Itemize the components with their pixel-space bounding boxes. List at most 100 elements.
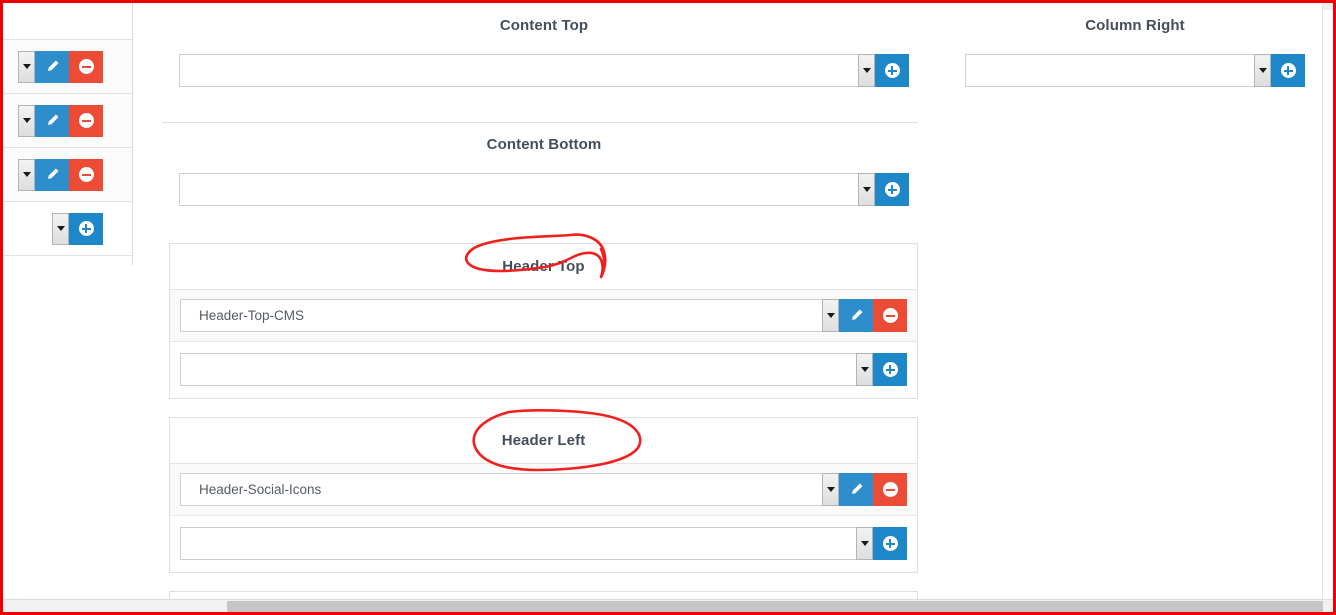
- chevron-down-icon: [862, 68, 871, 73]
- header-top-assigned-input-row: Header-Top-CMS: [180, 299, 907, 332]
- header-top-new-field[interactable]: [180, 353, 856, 386]
- minus-circle-icon: [882, 308, 898, 323]
- list-item-new[interactable]: [3, 202, 132, 256]
- add-button[interactable]: [1271, 54, 1305, 87]
- dropdown-caret-button[interactable]: [858, 54, 875, 87]
- add-button[interactable]: [69, 212, 103, 245]
- section-title-header-top: Header Top: [502, 258, 585, 275]
- chevron-down-icon: [22, 64, 31, 69]
- section-column-right: Column Right: [955, 17, 1315, 87]
- delete-button[interactable]: [69, 50, 103, 83]
- plus-circle-icon: [78, 221, 94, 236]
- pencil-icon: [47, 60, 58, 71]
- panel-header-left-titlebar: Header Left: [170, 418, 917, 464]
- chevron-down-icon: [826, 313, 835, 318]
- pencil-icon: [851, 483, 862, 494]
- column-right-input-row: [965, 54, 1305, 87]
- plus-circle-icon: [882, 536, 898, 551]
- dropdown-caret-button[interactable]: [822, 299, 839, 332]
- chevron-down-icon: [860, 541, 869, 546]
- minus-circle-icon: [78, 113, 94, 128]
- vertical-scrollbar-thumb[interactable]: [1323, 3, 1333, 10]
- section-title-header-left: Header Left: [501, 432, 586, 449]
- header-top-assigned-field[interactable]: Header-Top-CMS: [180, 299, 822, 332]
- section-title-content-bottom: Content Bottom: [486, 136, 602, 153]
- chevron-down-icon: [860, 367, 869, 372]
- left-panel-header: [3, 3, 132, 40]
- pencil-icon: [47, 168, 58, 179]
- header-top-new-input-row: [180, 353, 907, 386]
- chevron-down-icon: [22, 172, 31, 177]
- chevron-down-icon: [862, 187, 871, 192]
- content-top-input-row: [179, 54, 909, 87]
- list-item[interactable]: [3, 94, 132, 148]
- section-title-content-top: Content Top: [499, 17, 589, 34]
- delete-button[interactable]: [873, 473, 907, 506]
- dropdown-caret-button[interactable]: [858, 173, 875, 206]
- content-top-select-field[interactable]: [179, 54, 858, 87]
- add-button[interactable]: [875, 54, 909, 87]
- browser-viewport: Content Top Content Bottom Header Top He…: [0, 0, 1336, 615]
- header-left-assigned-field[interactable]: Header-Social-Icons: [180, 473, 822, 506]
- panel-header-top: Header Top Header-Top-CMS: [169, 243, 918, 399]
- pencil-icon: [47, 114, 58, 125]
- panel-header-top-titlebar: Header Top: [170, 244, 917, 290]
- horizontal-scrollbar[interactable]: [3, 599, 1333, 612]
- dropdown-caret-button[interactable]: [856, 527, 873, 560]
- dropdown-caret-button[interactable]: [1254, 54, 1271, 87]
- header-left-new-field[interactable]: [180, 527, 856, 560]
- dropdown-caret-button[interactable]: [18, 158, 35, 191]
- minus-circle-icon: [78, 167, 94, 182]
- horizontal-scrollbar-thumb[interactable]: [227, 601, 1323, 612]
- plus-circle-icon: [1280, 63, 1296, 78]
- row-controls: [18, 104, 103, 137]
- add-button[interactable]: [873, 527, 907, 560]
- delete-button[interactable]: [69, 104, 103, 137]
- section-title-column-right: Column Right: [1085, 17, 1185, 34]
- edit-button[interactable]: [839, 473, 873, 506]
- chevron-down-icon: [1258, 68, 1267, 73]
- page-stage: Content Top Content Bottom Header Top He…: [3, 3, 1333, 612]
- header-left-new-input-row: [180, 527, 907, 560]
- panel-header-left-new-row: [170, 516, 917, 572]
- row-controls: [18, 158, 103, 191]
- panel-header-top-new-row: [170, 342, 917, 398]
- add-button[interactable]: [875, 173, 909, 206]
- center-column: Content Top Content Bottom Header Top He…: [134, 3, 954, 612]
- chevron-down-icon: [56, 226, 65, 231]
- dropdown-caret-button[interactable]: [856, 353, 873, 386]
- section-divider: [162, 122, 918, 123]
- dropdown-caret-button[interactable]: [52, 212, 69, 245]
- header-left-assigned-input-row: Header-Social-Icons: [180, 473, 907, 506]
- section-content-top: Content Top: [134, 17, 954, 87]
- edit-button[interactable]: [839, 299, 873, 332]
- add-button[interactable]: [873, 353, 907, 386]
- section-content-bottom: Content Bottom: [134, 136, 954, 206]
- panel-header-left: Header Left Header-Social-Icons: [169, 417, 918, 573]
- vertical-scrollbar[interactable]: [1322, 3, 1333, 612]
- column-right-select-field[interactable]: [965, 54, 1254, 87]
- edit-button[interactable]: [35, 104, 69, 137]
- plus-circle-icon: [882, 362, 898, 377]
- left-clipped-panel: [3, 3, 133, 265]
- chevron-down-icon: [22, 118, 31, 123]
- plus-circle-icon: [884, 63, 900, 78]
- dropdown-caret-button[interactable]: [822, 473, 839, 506]
- content-bottom-input-row: [179, 173, 909, 206]
- plus-circle-icon: [884, 182, 900, 197]
- dropdown-caret-button[interactable]: [18, 104, 35, 137]
- edit-button[interactable]: [35, 50, 69, 83]
- dropdown-caret-button[interactable]: [18, 50, 35, 83]
- minus-circle-icon: [78, 59, 94, 74]
- row-controls: [52, 212, 103, 245]
- list-item[interactable]: [3, 148, 132, 202]
- right-column: Column Right: [955, 3, 1315, 612]
- panel-header-top-assigned-row: Header-Top-CMS: [170, 290, 917, 342]
- delete-button[interactable]: [69, 158, 103, 191]
- content-bottom-select-field[interactable]: [179, 173, 858, 206]
- row-controls: [18, 50, 103, 83]
- pencil-icon: [851, 309, 862, 320]
- edit-button[interactable]: [35, 158, 69, 191]
- delete-button[interactable]: [873, 299, 907, 332]
- list-item[interactable]: [3, 40, 132, 94]
